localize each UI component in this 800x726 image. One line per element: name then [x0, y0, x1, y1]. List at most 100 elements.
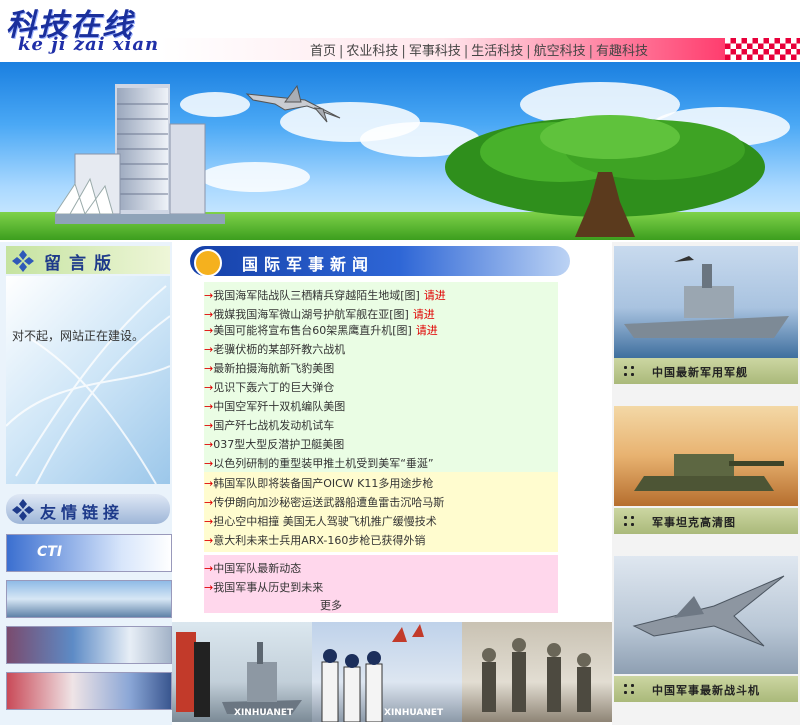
nav-aviation-tech[interactable]: 航空科技 [534, 44, 586, 59]
news-item[interactable]: →美国可能将宣布售台60架黑鹰直升机[图] 请进 [204, 322, 438, 338]
dots-icon [622, 514, 636, 528]
guestbook-title: 留言版 [44, 254, 119, 274]
caption-latest-warship[interactable]: 中国最新军用军舰 [614, 358, 798, 384]
soldiers-photo [482, 638, 591, 712]
guestbook-panel [5, 276, 171, 485]
arrow-icon: → [204, 343, 214, 356]
abstract-swirl-graphic [5, 285, 171, 485]
arrow-icon: → [204, 515, 214, 528]
dots-icon [622, 364, 636, 378]
arrow-icon: → [204, 400, 214, 413]
friend-links-header[interactable]: 友情链接 [6, 494, 170, 524]
nav-military-tech[interactable]: 军事科技 [409, 44, 461, 59]
warship-photo [176, 632, 302, 717]
news-title[interactable]: 俄媒我国海军微山湖号护航军舰在亚[图] [213, 308, 409, 321]
friend-link-banner-2[interactable] [6, 580, 172, 618]
news-item[interactable]: →见识下轰六丁的巨大弹仓 [204, 379, 334, 395]
guestbook-header[interactable]: 留言版 [6, 246, 170, 274]
news-item[interactable]: →担心空中相撞 美国无人驾驶飞机推广缓慢技术 [204, 513, 437, 529]
arrow-icon: → [204, 496, 214, 509]
tank-photo [634, 454, 784, 491]
friend-links-title: 友情链接 [40, 503, 125, 522]
main-nav: 首页 | 农业科技 | 军事科技 | 生活科技 | 航空科技 | 有趣科技 [310, 40, 648, 59]
news-section-header: 国际军事新闻 [190, 246, 570, 277]
arrow-icon: → [204, 381, 214, 394]
enter-link[interactable]: 请进 [413, 308, 435, 321]
news-item[interactable]: →我国海军陆战队三栖精兵穿越陌生地域[图] 请进 [204, 287, 446, 303]
arrow-icon: → [204, 477, 214, 490]
friend-link-banner-3[interactable] [6, 626, 172, 664]
news-title[interactable]: 传伊朗向加沙秘密运送武器船遭鱼雷击沉哈马斯 [213, 496, 444, 509]
warship-photo [624, 256, 789, 338]
news-item[interactable]: →老骥伏枥的某部歼教六战机 [204, 341, 345, 357]
more-link[interactable]: 更多 [320, 597, 342, 613]
photo-tank[interactable] [614, 406, 798, 506]
news-title[interactable]: 见识下轰六丁的巨大弹仓 [213, 381, 334, 394]
arrow-icon: → [204, 438, 214, 451]
nav-home[interactable]: 首页 [310, 44, 336, 59]
friend-link-cti[interactable]: CTI [6, 534, 172, 572]
nav-separator: | [401, 44, 406, 59]
enter-link[interactable]: 请进 [416, 324, 438, 337]
globe-icon [194, 249, 222, 277]
news-section-title: 国际军事新闻 [242, 255, 375, 274]
nav-fun-tech[interactable]: 有趣科技 [596, 44, 648, 59]
arrow-icon: → [204, 324, 214, 337]
nav-separator: | [526, 44, 531, 59]
nav-life-tech[interactable]: 生活科技 [471, 44, 523, 59]
photo-warship[interactable] [614, 246, 798, 358]
news-item[interactable]: →最新拍摄海航新飞豹美图 [204, 360, 334, 376]
friend-link-banner-4[interactable] [6, 672, 172, 710]
news-title[interactable]: 中国军队最新动态 [213, 562, 301, 575]
enter-link[interactable]: 请进 [424, 289, 446, 302]
photo-fighter-jet[interactable] [614, 556, 798, 674]
caption-latest-fighter[interactable]: 中国军事最新战斗机 [614, 676, 798, 702]
news-item[interactable]: →俄媒我国海军微山湖号护航军舰在亚[图] 请进 [204, 306, 435, 322]
news-item[interactable]: →韩国军队即将装备国产OICW K11多用途步枪 [204, 475, 433, 491]
caption-text: 中国军事最新战斗机 [652, 684, 760, 697]
ceremony-photo [321, 624, 424, 723]
diamond-cluster-icon [12, 499, 34, 521]
news-title[interactable]: 美国可能将宣布售台60架黑鹰直升机[图] [213, 324, 412, 337]
arrow-icon: → [204, 289, 214, 302]
tree-graphic [445, 115, 765, 237]
guestbook-message: 对不起，网站正在建设。 [12, 329, 145, 343]
news-title[interactable]: 韩国军队即将装备国产OICW K11多用途步枪 [213, 477, 433, 490]
nav-separator: | [463, 44, 469, 59]
news-item[interactable]: →中国军队最新动态 [204, 560, 301, 576]
news-item[interactable]: →传伊朗向加沙秘密运送武器船遭鱼雷击沉哈马斯 [204, 494, 444, 510]
site-logo-pinyin: ke ji zai xian [18, 34, 160, 55]
news-title[interactable]: 我国军事从历史到未来 [213, 581, 323, 594]
photo-credit: XINHUANET [234, 708, 294, 718]
news-item[interactable]: →以色列研制的重型装甲推土机受到美军“垂涎” [204, 455, 434, 471]
news-title[interactable]: 037型大型反潜护卫艇美图 [213, 438, 344, 451]
news-title[interactable]: 最新拍摄海航新飞豹美图 [213, 362, 334, 375]
photo-navy-ceremony[interactable]: XINHUANET [312, 622, 462, 723]
news-item[interactable]: →国产歼七战机发动机试车 [204, 417, 334, 433]
news-item[interactable]: →意大利未来士兵用ARX-160步枪已获得外销 [204, 532, 425, 548]
news-item[interactable]: →中国空军歼十双机编队美图 [204, 398, 345, 414]
arrow-icon: → [204, 562, 214, 575]
news-title[interactable]: 老骥伏枥的某部歼教六战机 [213, 343, 345, 356]
caption-tank-hd[interactable]: 军事坦克高清图 [614, 508, 798, 534]
nav-agriculture-tech[interactable]: 农业科技 [346, 44, 398, 59]
diamond-cluster-icon [12, 250, 34, 272]
skyscraper-graphic [55, 84, 225, 224]
news-item[interactable]: →我国军事从历史到未来 [204, 579, 323, 595]
nav-separator: | [339, 44, 344, 59]
news-title[interactable]: 以色列研制的重型装甲推土机受到美军“垂涎” [213, 457, 433, 470]
news-title[interactable]: 中国空军歼十双机编队美图 [213, 400, 345, 413]
fighter-jet-graphic [245, 84, 341, 123]
nav-separator: | [588, 44, 594, 59]
caption-text: 军事坦克高清图 [652, 516, 736, 529]
news-title[interactable]: 意大利未来士兵用ARX-160步枪已获得外销 [213, 534, 425, 547]
photo-soldiers-training[interactable] [462, 622, 612, 722]
arrow-icon: → [204, 308, 214, 321]
news-title[interactable]: 我国海军陆战队三栖精兵穿越陌生地域[图] [213, 289, 420, 302]
news-title[interactable]: 国产歼七战机发动机试车 [213, 419, 334, 432]
news-item[interactable]: →037型大型反潜护卫艇美图 [204, 436, 344, 452]
photo-navy-sailors[interactable]: XINHUANET [172, 622, 312, 722]
news-title[interactable]: 担心空中相撞 美国无人驾驶飞机推广缓慢技术 [213, 515, 437, 528]
caption-text: 中国最新军用军舰 [652, 366, 748, 379]
cti-logo-text: CTI [37, 544, 63, 560]
